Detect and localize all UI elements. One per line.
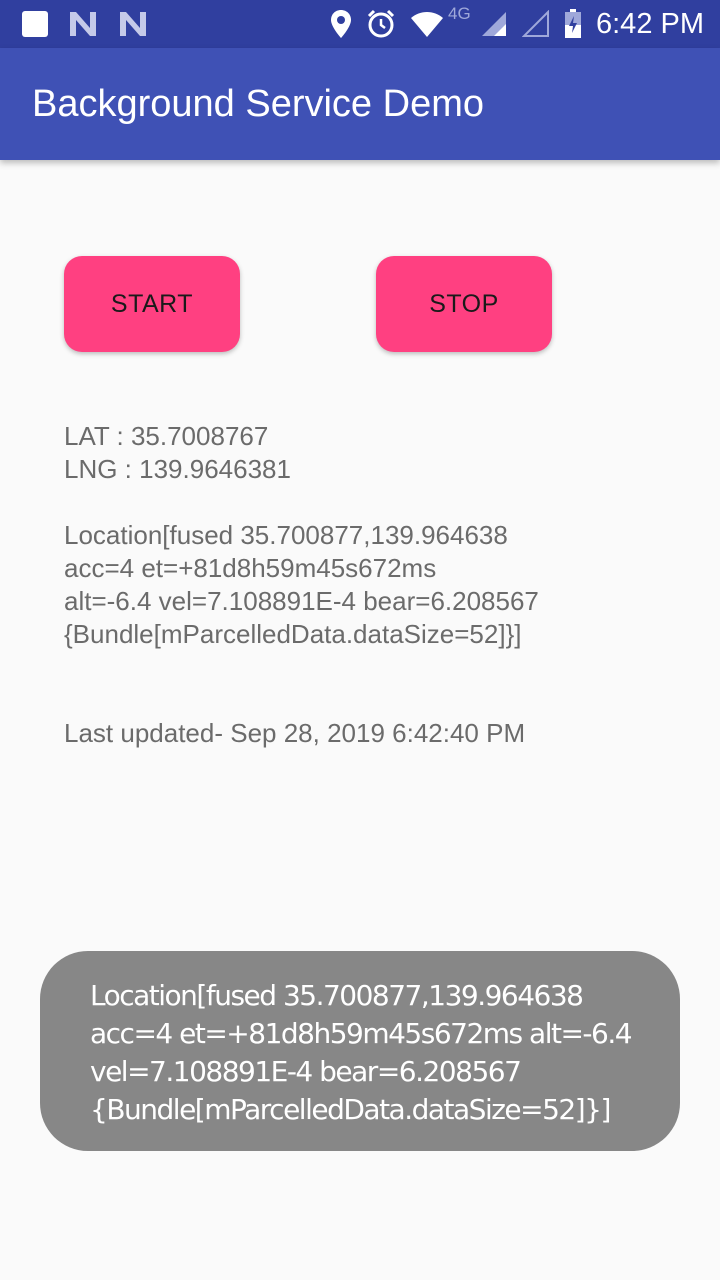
coordinates-block: LAT : 35.7008767 LNG : 139.9646381 xyxy=(64,420,684,486)
status-time: 6:42 PM xyxy=(596,8,704,40)
status-bar-left xyxy=(22,10,148,38)
longitude-text: LNG : 139.9646381 xyxy=(64,454,291,484)
location-line: alt=-6.4 vel=7.108891E-4 bear=6.208567 xyxy=(64,586,539,616)
alarm-icon xyxy=(366,9,396,39)
app-notification-icon xyxy=(22,11,48,37)
battery-icon xyxy=(564,9,582,39)
signal-empty-icon xyxy=(522,10,550,38)
latitude-text: LAT : 35.7008767 xyxy=(64,421,269,451)
toast-line: Location[fused 35.700877,139.964638 xyxy=(90,979,584,1012)
location-icon xyxy=(330,9,352,39)
status-bar: 4G 6:42 PM xyxy=(0,0,720,48)
location-line: {Bundle[mParcelledData.dataSize=52]}] xyxy=(64,619,522,649)
n-icon xyxy=(118,10,148,38)
toast-line: vel=7.108891E-4 bear=6.208567 xyxy=(90,1055,522,1088)
toast-message: Location[fused 35.700877,139.964638 acc=… xyxy=(40,951,680,1151)
start-button[interactable]: START xyxy=(64,256,240,352)
toast-line: acc=4 et=+81d8h59m45s672ms alt=-6.4 xyxy=(90,1017,633,1050)
location-line: Location[fused 35.700877,139.964638 xyxy=(64,520,508,550)
stop-button[interactable]: STOP xyxy=(376,256,552,352)
location-line: acc=4 et=+81d8h59m45s672ms xyxy=(64,553,437,583)
status-bar-right: 4G 6:42 PM xyxy=(330,4,704,42)
app-bar: Background Service Demo xyxy=(0,48,720,160)
last-updated-text: Last updated- Sep 28, 2019 6:42:40 PM xyxy=(64,718,526,748)
wifi-icon: 4G xyxy=(410,4,471,38)
location-details: Location[fused 35.700877,139.964638 acc=… xyxy=(64,519,684,651)
signal-icon xyxy=(480,10,508,38)
toast-text: Location[fused 35.700877,139.964638 acc=… xyxy=(90,977,650,1129)
app-title: Background Service Demo xyxy=(32,83,484,125)
toast-line: {Bundle[mParcelledData.dataSize=52]}] xyxy=(90,1093,611,1126)
network-type-label: 4G xyxy=(448,4,471,23)
n-icon xyxy=(68,10,98,38)
